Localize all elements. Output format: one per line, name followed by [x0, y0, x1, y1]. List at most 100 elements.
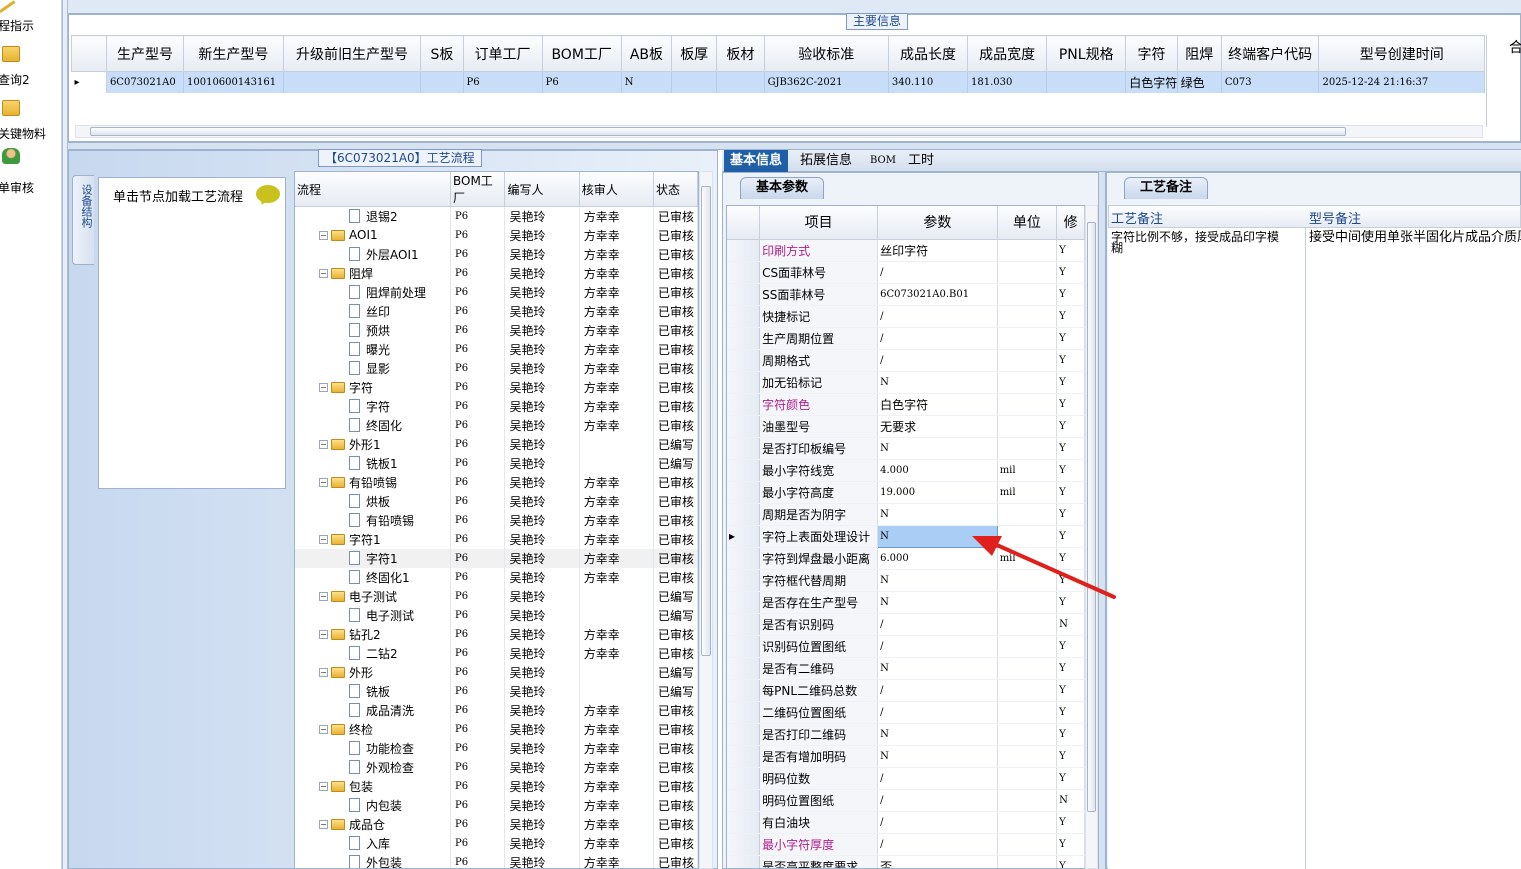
- column-header[interactable]: 核审人: [579, 172, 655, 207]
- param-value[interactable]: /: [877, 679, 998, 702]
- param-row[interactable]: 印刷方式 丝印字符 Y: [727, 239, 1085, 262]
- param-value[interactable]: N: [877, 437, 998, 460]
- tree-node[interactable]: 丝印 P6 吴艳玲 方幸幸 已审核: [295, 301, 698, 321]
- tree-node[interactable]: 入库 P6 吴艳玲 方幸幸 已审核: [295, 833, 698, 853]
- tab-basic-info[interactable]: 基本信息: [724, 150, 789, 172]
- param-row[interactable]: 识别码位置图纸 / Y: [727, 635, 1085, 658]
- param-row[interactable]: 字符颜色 白色字符 Y: [727, 393, 1085, 416]
- tree-node[interactable]: − 成品仓 P6 吴艳玲 方幸幸 已审核: [295, 814, 698, 834]
- column-header[interactable]: 生产型号: [105, 35, 185, 72]
- collapse-icon[interactable]: −: [319, 477, 328, 487]
- tree-node[interactable]: − 外形1 P6 吴艳玲 已编写: [295, 434, 698, 454]
- column-header[interactable]: 型号创建时间: [1318, 35, 1485, 72]
- param-value[interactable]: 否: [877, 855, 998, 868]
- tree-node[interactable]: − 外形 P6 吴艳玲 已编写: [295, 662, 698, 682]
- param-value[interactable]: /: [877, 767, 998, 790]
- tab-extended-info[interactable]: 拓展信息: [794, 150, 858, 172]
- param-row[interactable]: 加无铅标记 N Y: [727, 371, 1085, 394]
- tree-node[interactable]: 外包装 P6 吴艳玲 方幸幸 已审核: [295, 852, 698, 868]
- table-row[interactable]: ▸ 6C073021A0 10010600143161 P6 P6 N GJB362C-20…: [71, 71, 1485, 93]
- tree-node[interactable]: 阻焊前处理 P6 吴艳玲 方幸幸 已审核: [295, 282, 698, 302]
- param-value[interactable]: 19.000: [877, 481, 998, 504]
- tree-node[interactable]: − 阻焊 P6 吴艳玲 方幸幸 已审核: [295, 263, 698, 283]
- tree-node[interactable]: 预烘 P6 吴艳玲 方幸幸 已审核: [295, 320, 698, 340]
- column-header[interactable]: 状态: [653, 172, 698, 207]
- process-remark-field[interactable]: 字符比例不够，接受成品印字模糊: [1108, 228, 1306, 869]
- param-value[interactable]: /: [877, 305, 998, 328]
- param-value[interactable]: N: [877, 503, 998, 526]
- tree-node[interactable]: − 有铅喷锡 P6 吴艳玲 方幸幸 已审核: [295, 472, 698, 492]
- tree-node[interactable]: 铣板 P6 吴艳玲 已编写: [295, 681, 698, 701]
- scrollbar-thumb[interactable]: [90, 127, 1346, 136]
- param-row[interactable]: 最小字符厚度 / Y: [727, 833, 1085, 856]
- tree-node[interactable]: 外层AOI1 P6 吴艳玲 方幸幸 已审核: [295, 244, 698, 264]
- param-row[interactable]: 二维码位置图纸 / Y: [727, 701, 1085, 724]
- column-header[interactable]: 编写人: [504, 172, 580, 207]
- nav-item-order-review[interactable]: 单审核: [0, 148, 62, 195]
- column-header[interactable]: 板厚: [671, 35, 718, 72]
- param-value[interactable]: N: [877, 371, 998, 394]
- param-value[interactable]: /: [877, 635, 998, 658]
- param-row[interactable]: 有白油块 / Y: [727, 811, 1085, 834]
- column-header[interactable]: 板材: [716, 35, 765, 72]
- param-row[interactable]: 生产周期位置 / Y: [727, 327, 1085, 350]
- tab-work-hours[interactable]: 工时: [902, 150, 940, 172]
- column-header[interactable]: 终端客户代码: [1220, 35, 1320, 72]
- tree-node[interactable]: 字符 P6 吴艳玲 方幸幸 已审核: [295, 396, 698, 416]
- param-value[interactable]: /: [877, 789, 998, 812]
- collapse-icon[interactable]: −: [319, 819, 328, 829]
- collapse-icon[interactable]: −: [319, 591, 328, 601]
- column-header[interactable]: 参数: [877, 206, 998, 240]
- param-row[interactable]: 最小字符线宽 4.000 mil Y: [727, 459, 1085, 482]
- process-remarks-title[interactable]: 工艺备注: [1124, 177, 1208, 199]
- param-value[interactable]: 4.000: [877, 459, 998, 482]
- param-value[interactable]: 丝印字符: [877, 239, 998, 262]
- tree-node[interactable]: − 包装 P6 吴艳玲 方幸幸 已审核: [295, 776, 698, 796]
- param-value[interactable]: /: [877, 327, 998, 350]
- nav-item-process-guide[interactable]: 程指示: [0, 0, 62, 36]
- tree-node[interactable]: − 电子测试 P6 吴艳玲 已编写: [295, 586, 698, 606]
- param-row[interactable]: 明码位置图纸 / N: [727, 789, 1085, 812]
- param-row[interactable]: 是否打印二维码 N Y: [727, 723, 1085, 746]
- column-header[interactable]: PNL规格: [1046, 35, 1127, 72]
- tree-node[interactable]: 功能检查 P6 吴艳玲 方幸幸 已审核: [295, 738, 698, 758]
- param-value[interactable]: /: [877, 833, 998, 856]
- param-value[interactable]: /: [877, 811, 998, 834]
- horizontal-splitter[interactable]: [68, 142, 1521, 150]
- param-row[interactable]: 是否有识别码 / N: [727, 613, 1085, 636]
- tree-node[interactable]: 铣板1 P6 吴艳玲 已编写: [295, 453, 698, 473]
- collapse-icon[interactable]: −: [319, 781, 328, 791]
- param-row[interactable]: 快捷标记 / Y: [727, 305, 1085, 328]
- param-row[interactable]: CS面菲林号 / Y: [727, 261, 1085, 284]
- param-value[interactable]: /: [877, 349, 998, 372]
- param-value[interactable]: N: [877, 657, 998, 680]
- collapse-icon[interactable]: −: [319, 230, 328, 240]
- tab-device-structure[interactable]: 设备结构: [72, 175, 94, 265]
- tree-node[interactable]: 曝光 P6 吴艳玲 方幸幸 已审核: [295, 339, 698, 359]
- param-value[interactable]: /: [877, 701, 998, 724]
- column-header[interactable]: S板: [420, 35, 464, 72]
- nav-item-key-materials[interactable]: 关键物料: [0, 96, 62, 141]
- param-row[interactable]: 每PNL二维码总数 / Y: [727, 679, 1085, 702]
- collapse-icon[interactable]: −: [319, 534, 328, 544]
- param-value[interactable]: 6C073021A0.B01: [877, 283, 998, 306]
- collapse-icon[interactable]: −: [319, 268, 328, 278]
- column-header[interactable]: 升级前旧生产型号: [282, 35, 422, 72]
- column-header[interactable]: 修: [1056, 206, 1085, 240]
- column-header[interactable]: BOM工厂: [541, 35, 622, 72]
- param-row[interactable]: 是否有二维码 N Y: [727, 657, 1085, 680]
- param-value[interactable]: N: [877, 723, 998, 746]
- model-remark-field[interactable]: 接受中间使用单张半固化片成品介质厚度: [1306, 228, 1521, 869]
- scrollbar-thumb[interactable]: [1087, 222, 1096, 812]
- param-row[interactable]: 最小字符高度 19.000 mil Y: [727, 481, 1085, 504]
- param-value[interactable]: /: [877, 261, 998, 284]
- tree-node[interactable]: 有铅喷锡 P6 吴艳玲 方幸幸 已审核: [295, 510, 698, 530]
- vertical-splitter[interactable]: [1098, 172, 1106, 869]
- tree-node[interactable]: 烘板 P6 吴艳玲 方幸幸 已审核: [295, 491, 698, 511]
- nav-item-query2[interactable]: 查询2: [0, 42, 62, 87]
- param-value[interactable]: /: [877, 613, 998, 636]
- basic-params-title[interactable]: 基本参数: [740, 177, 824, 199]
- speech-bubble-icon[interactable]: [256, 185, 280, 203]
- column-header[interactable]: 单位: [997, 206, 1058, 240]
- tree-node[interactable]: 电子测试 P6 吴艳玲 已编写: [295, 605, 698, 625]
